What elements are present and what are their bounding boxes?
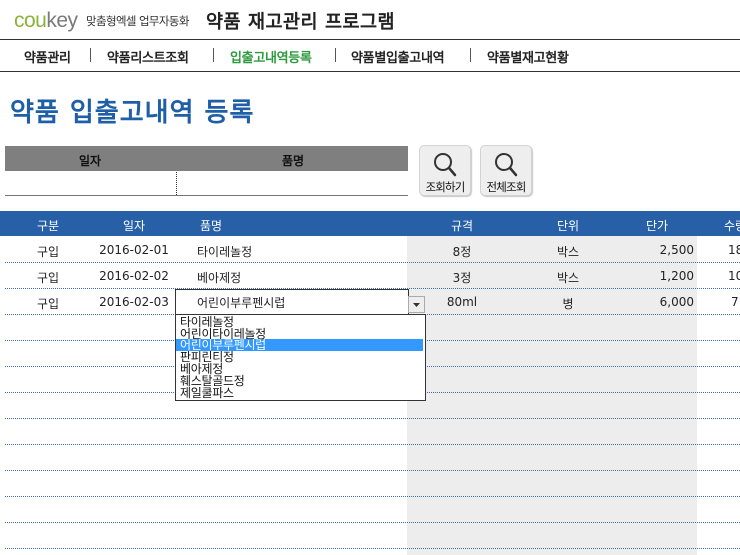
nav-item-drug-list[interactable]: 약품리스트조회 [107, 47, 189, 66]
brand-tagline: 맞춤형엑셀 업무자동화 [86, 14, 189, 28]
nav-item-inout-register[interactable]: 입출고내역등록 [230, 47, 312, 66]
search-date-input[interactable] [5, 172, 175, 195]
nav-divider [0, 71, 740, 72]
search-name-label: 품명 [282, 154, 305, 168]
dropdown-arrow-button[interactable] [408, 296, 425, 313]
view-all-button[interactable]: 전체조회 [480, 145, 532, 196]
col-header-spec: 규격 [450, 219, 474, 233]
row-divider [5, 444, 740, 445]
col-header-qty: 수량 [724, 219, 740, 233]
nav-separator [213, 48, 214, 62]
cell-spec[interactable]: 8정 [437, 243, 487, 260]
chevron-down-icon [413, 303, 420, 307]
cell-qty[interactable]: 18 [728, 243, 740, 257]
cell-price[interactable]: 6,000 [614, 295, 694, 309]
cell-unit[interactable]: 박스 [543, 243, 593, 260]
cell-price[interactable]: 1,200 [614, 269, 694, 283]
name-dropdown-value[interactable]: 어린이부루펜시럽 [197, 294, 285, 311]
nav-separator [470, 48, 471, 62]
nav-separator [335, 48, 336, 62]
cell-date[interactable]: 2016-02-02 [94, 269, 174, 283]
row-divider [5, 262, 740, 263]
cell-name[interactable]: 타이레놀정 [197, 243, 252, 260]
col-header-name: 품명 [199, 219, 223, 233]
search-icon [434, 153, 457, 177]
search-bottom-border [5, 195, 408, 196]
cell-price[interactable]: 2,500 [614, 243, 694, 257]
col-header-date: 일자 [122, 219, 146, 233]
app-title: 약품 재고관리 프로그램 [206, 12, 396, 33]
row-divider [5, 548, 740, 549]
cell-unit[interactable]: 박스 [543, 269, 593, 286]
col-header-unit: 단위 [556, 219, 580, 233]
header-divider [0, 39, 740, 40]
cell-type[interactable]: 구입 [23, 269, 73, 286]
page-title: 약품 입출고내역 등록 [10, 98, 255, 128]
view-all-button-label: 전체조회 [486, 180, 526, 194]
nav-separator [90, 48, 91, 62]
cell-type[interactable]: 구입 [23, 243, 73, 260]
table-header: 구분 일자 품명 규격 단위 단가 수량 [0, 211, 740, 236]
brand-logo-part1: cou [14, 9, 47, 32]
nav-item-inout-by-drug[interactable]: 약품별입출고내역 [351, 47, 445, 66]
main-nav: 약품관리 약품리스트조회 입출고내역등록 약품별입출고내역 약품별재고현황 [0, 44, 740, 68]
nav-item-stock-by-drug[interactable]: 약품별재고현황 [487, 47, 569, 66]
search-icon [495, 153, 518, 177]
search-button[interactable]: 조회하기 [419, 145, 471, 196]
search-name-input[interactable] [176, 172, 409, 195]
brand-logo: coukey [14, 8, 78, 34]
cell-date[interactable]: 2016-02-01 [94, 243, 174, 257]
row-divider [5, 470, 740, 471]
row-divider [5, 496, 740, 497]
row-divider [5, 522, 740, 523]
nav-item-drug-management[interactable]: 약품관리 [24, 47, 71, 66]
brand-logo-part2: key [46, 9, 78, 32]
cell-type[interactable]: 구입 [23, 295, 73, 312]
cell-date[interactable]: 2016-02-03 [94, 295, 174, 309]
cell-unit[interactable]: 병 [543, 295, 593, 312]
cell-qty[interactable]: 10 [728, 269, 740, 283]
cell-qty[interactable]: 7 [731, 295, 739, 309]
search-button-label: 조회하기 [425, 180, 465, 194]
search-header: 일자 품명 [5, 146, 408, 171]
cell-name[interactable]: 베아제정 [197, 269, 241, 286]
cell-spec[interactable]: 80ml [437, 295, 487, 309]
col-header-type: 구분 [36, 219, 60, 233]
col-header-price: 단가 [645, 219, 669, 233]
dropdown-option[interactable]: 제일쿨파스 [180, 387, 234, 399]
search-date-label: 일자 [79, 154, 102, 168]
row-divider [5, 418, 740, 419]
cell-spec[interactable]: 3정 [437, 269, 487, 286]
